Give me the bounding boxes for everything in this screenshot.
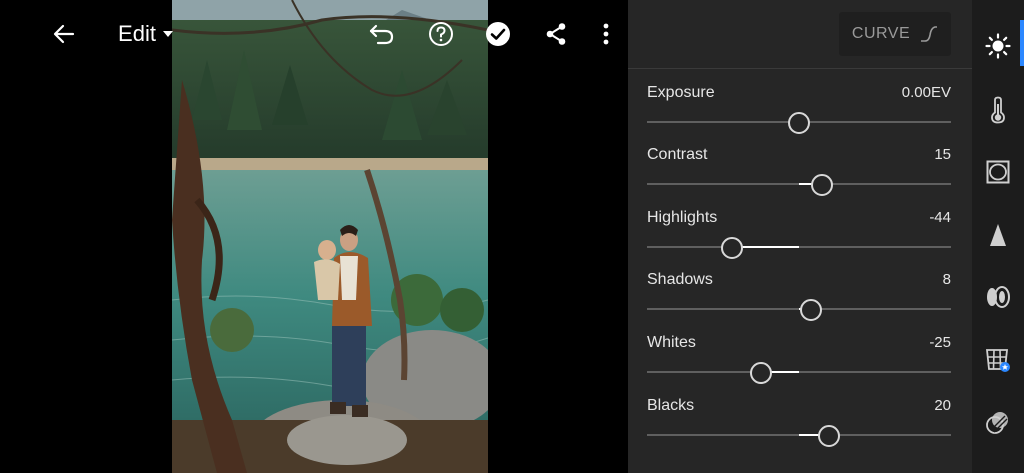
blacks-value[interactable]: 20	[934, 397, 951, 414]
exposure-label: Exposure	[647, 84, 715, 101]
presets-blend-icon	[986, 412, 1008, 434]
contrast-value[interactable]: 15	[934, 146, 951, 163]
tool-geometry[interactable]	[972, 334, 1024, 386]
effects-vignette-icon	[986, 160, 1010, 184]
tool-presets[interactable]	[972, 397, 1024, 449]
contrast-slider-thumb[interactable]	[810, 174, 833, 196]
exposure-slider-row: Exposure 0.00EV	[647, 84, 951, 140]
curve-button[interactable]: CURVE	[839, 12, 951, 56]
detail-sharpen-icon	[990, 224, 1006, 246]
panel-divider	[628, 68, 972, 69]
share-icon	[546, 23, 566, 45]
edit-mode-label: Edit	[118, 21, 156, 46]
undo-button[interactable]	[366, 18, 398, 50]
whites-label: Whites	[647, 334, 696, 351]
dropdown-caret-icon	[162, 31, 173, 37]
highlights-slider-row: Highlights -44	[647, 209, 951, 265]
highlights-slider-track[interactable]	[647, 246, 951, 248]
done-check-icon	[486, 22, 510, 46]
whites-slider-track[interactable]	[647, 371, 951, 373]
shadows-label: Shadows	[647, 271, 713, 288]
whites-slider-thumb[interactable]	[750, 362, 772, 384]
curve-label: CURVE	[851, 25, 911, 42]
edit-tool-rail	[972, 0, 1024, 473]
tool-light[interactable]	[972, 20, 1024, 72]
top-toolbar: Edit	[0, 0, 628, 68]
edit-mode-dropdown[interactable]: Edit	[114, 18, 178, 50]
share-button[interactable]	[540, 18, 572, 50]
edited-photo[interactable]	[172, 0, 488, 473]
contrast-slider-row: Contrast 15	[647, 146, 951, 202]
whites-slider-row: Whites -25	[647, 334, 951, 390]
tool-effects[interactable]	[972, 146, 1024, 198]
more-options-button[interactable]	[590, 18, 622, 50]
help-button[interactable]	[425, 18, 457, 50]
done-button[interactable]	[482, 18, 514, 50]
geometry-icon	[986, 349, 1010, 372]
highlights-label: Highlights	[647, 209, 718, 226]
blacks-slider-row: Blacks 20	[647, 397, 951, 453]
blacks-label: Blacks	[647, 397, 695, 414]
photo-illustration	[172, 0, 488, 473]
shadows-value[interactable]: 8	[943, 271, 951, 288]
photo-viewer: Edit	[0, 0, 628, 473]
help-icon	[429, 22, 453, 46]
back-button[interactable]	[48, 18, 80, 50]
light-adjustment-panel: CURVE Exposure 0.00EV Contrast 15 Highli…	[628, 0, 972, 473]
whites-value[interactable]: -25	[929, 334, 951, 351]
blacks-slider-thumb[interactable]	[818, 425, 841, 447]
color-temperature-icon	[991, 96, 1005, 124]
exposure-slider-thumb[interactable]	[788, 112, 810, 134]
tool-detail[interactable]	[972, 209, 1024, 261]
light-icon	[985, 33, 1011, 59]
back-arrow-icon	[53, 24, 75, 44]
tool-optics[interactable]	[972, 271, 1024, 323]
highlights-slider-thumb[interactable]	[721, 237, 744, 259]
exposure-value[interactable]: 0.00EV	[902, 84, 951, 101]
tool-color[interactable]	[972, 84, 1024, 136]
curve-icon	[921, 26, 938, 42]
contrast-label: Contrast	[647, 146, 708, 163]
optics-lens-icon	[987, 286, 1010, 308]
shadows-slider-row: Shadows 8	[647, 271, 951, 327]
undo-icon	[369, 24, 394, 45]
shadows-slider-thumb[interactable]	[800, 299, 823, 321]
highlights-value[interactable]: -44	[929, 209, 951, 226]
more-vertical-icon	[603, 23, 609, 45]
